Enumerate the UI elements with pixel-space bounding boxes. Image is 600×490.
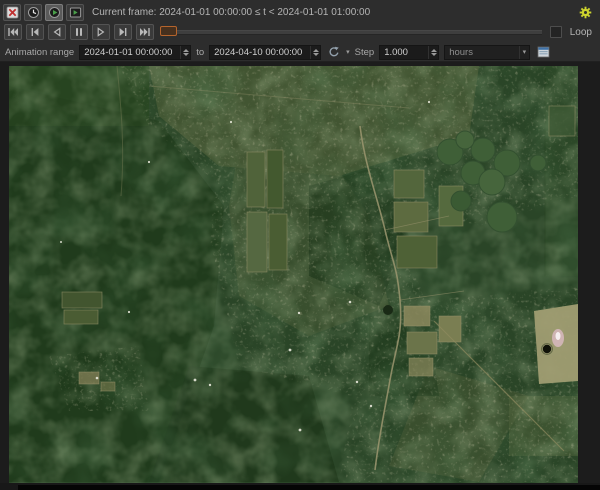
movie-mode-button[interactable] [66,4,84,21]
pause-button[interactable] [70,24,88,40]
settings-button[interactable] [576,4,594,21]
export-animation-icon [537,46,550,58]
step-input[interactable]: 1.000 [379,45,439,60]
to-label: to [196,47,204,58]
loop-label: Loop [570,27,592,38]
skip-to-start-button[interactable] [4,24,22,40]
refresh-dropdown-caret[interactable]: ▾ [346,49,350,56]
time-slider-track[interactable] [160,30,542,35]
time-slider[interactable] [160,25,542,39]
animation-range-row: Animation range 2024-01-01 00:00:00 to 2… [0,42,600,62]
range-end-input[interactable]: 2024-04-10 00:00:00 [209,45,321,60]
play-frame-icon [69,6,82,19]
map-container [0,63,600,483]
loop-checkbox[interactable] [550,26,562,38]
animated-navigation-button[interactable] [45,4,63,21]
step-label: Step [355,47,375,58]
fixed-range-navigation-button[interactable] [24,4,42,21]
status-strip [0,483,600,490]
temporal-navigation-off-button[interactable] [3,4,21,21]
play-forward-button[interactable] [92,24,110,40]
export-animation-button[interactable] [535,44,551,61]
range-start-spinner[interactable] [180,46,190,59]
play-forward-icon [95,26,107,38]
animation-range-label: Animation range [5,47,74,58]
range-start-value[interactable]: 2024-01-01 00:00:00 [80,47,180,58]
select-caret-icon[interactable]: ▾ [519,46,530,59]
play-backward-icon [51,26,63,38]
refresh-icon [328,46,340,58]
pause-icon [73,26,85,38]
step-unit-select[interactable]: hours ▾ [444,45,530,60]
step-forward-icon [117,26,129,38]
step-value[interactable]: 1.000 [380,47,428,58]
skip-start-icon [7,26,19,38]
play-circle-icon [48,6,61,19]
range-start-input[interactable]: 2024-01-01 00:00:00 [79,45,191,60]
step-spinner[interactable] [428,46,438,59]
step-back-icon [29,26,41,38]
satellite-imagery [9,66,578,483]
playback-row: Loop [0,22,600,42]
navigation-mode-row: Current frame: 2024-01-01 00:00:00 ≤ t <… [0,0,600,22]
map-canvas[interactable] [9,66,578,483]
current-frame-label: Current frame: 2024-01-01 00:00:00 ≤ t <… [92,7,370,18]
red-x-icon [6,6,19,19]
play-backward-button[interactable] [48,24,66,40]
clock-icon [27,6,40,19]
range-end-value[interactable]: 2024-04-10 00:00:00 [210,47,310,58]
temporal-controller-window: Current frame: 2024-01-01 00:00:00 ≤ t <… [0,0,600,490]
skip-end-icon [139,26,151,38]
time-slider-handle[interactable] [160,26,177,36]
refresh-range-button[interactable] [326,44,341,61]
status-strip-bar [18,485,600,490]
step-unit-value: hours [445,47,518,58]
step-forward-button[interactable] [114,24,132,40]
step-back-button[interactable] [26,24,44,40]
temporal-controller-panel: Current frame: 2024-01-01 00:00:00 ≤ t <… [0,0,600,62]
range-end-spinner[interactable] [310,46,320,59]
gear-icon [579,6,592,19]
skip-to-end-button[interactable] [136,24,154,40]
